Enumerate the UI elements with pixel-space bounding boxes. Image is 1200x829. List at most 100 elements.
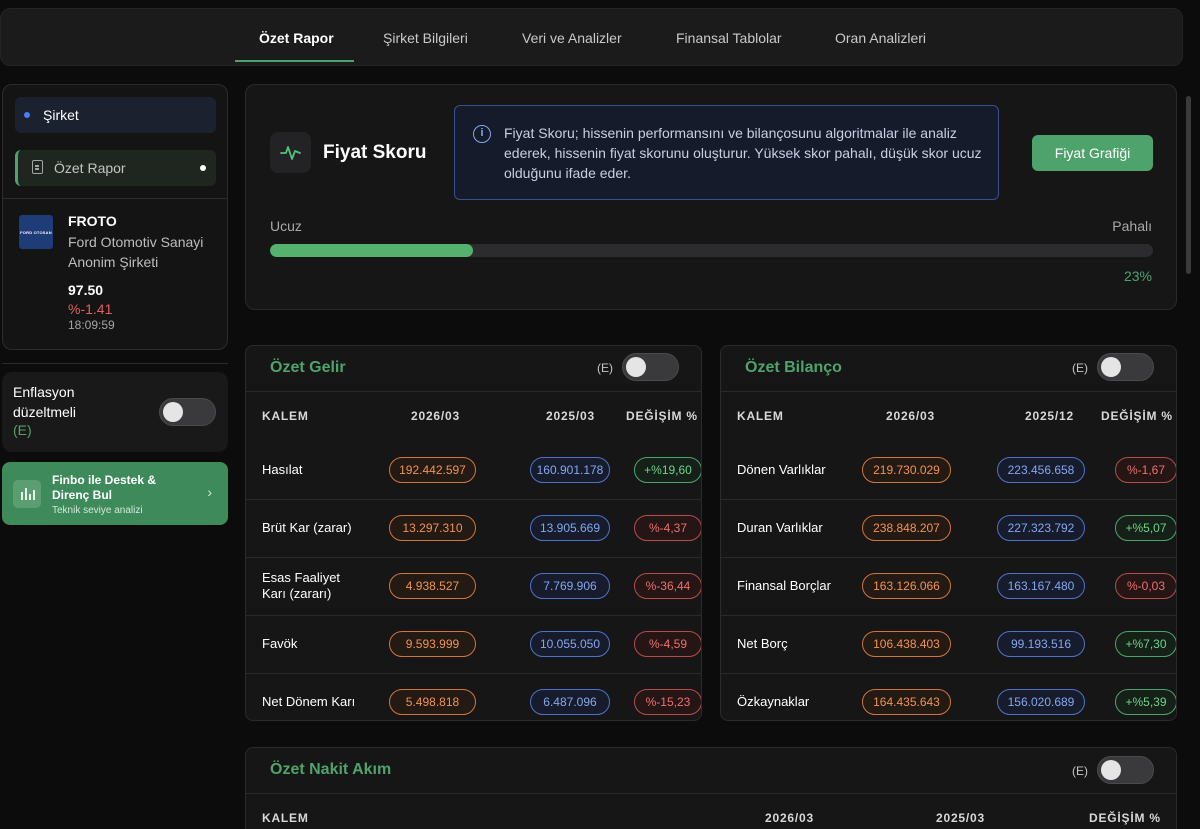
column-header: 2025/03 [936,811,985,825]
price-score-title: Fiyat Skoru [323,142,427,163]
change-pill: %-15,23 [634,689,701,715]
change-pill: +%5,39 [1115,689,1176,715]
change-pill: %-4,59 [634,631,701,657]
score-value: 23% [1123,268,1152,284]
stock-price: 97.50 [68,282,104,298]
current-value-pill: 4.938.527 [389,573,476,599]
change-pill: +%5,07 [1115,515,1176,541]
sidebar-item-sirket[interactable]: Şirket [15,97,216,133]
divider [3,198,227,199]
current-value-pill: 163.126.066 [862,573,951,599]
top-navigation: Özet Rapor Şirket Bilgileri Veri ve Anal… [0,8,1183,66]
previous-value-pill: 13.905.669 [530,515,610,541]
row-divider [246,499,701,500]
bullet-icon [24,112,30,118]
current-value-pill: 9.593.999 [389,631,476,657]
previous-value-pill: 227.323.792 [997,515,1085,541]
current-value-pill: 13.297.310 [389,515,476,541]
previous-value-pill: 156.020.689 [997,689,1085,715]
tab-veri-ve-analizler[interactable]: Veri ve Analizler [522,9,622,67]
column-header: 2026/03 [411,409,460,423]
inflation-label: Enflasyon düzeltmeli [13,384,77,420]
bar-chart-icon [13,480,41,508]
tab-sirket-bilgileri[interactable]: Şirket Bilgileri [383,9,468,67]
cashflow-summary-card: Özet Nakit Akım (E) KALEM 2026/03 2025/0… [245,747,1177,829]
income-toggle[interactable] [622,353,679,381]
e-label: (E) [1072,361,1088,375]
column-header: DEĞİŞİM % [1101,409,1173,423]
tab-finansal-tablolar[interactable]: Finansal Tablolar [676,9,782,67]
tab-ozet-rapor[interactable]: Özet Rapor [259,9,334,67]
price-time: 18:09:59 [68,318,115,332]
sidebar-item-ozet-rapor[interactable]: Özet Rapor [15,150,216,186]
finbo-title: Finbo ile Destek & Direnç Bul [52,473,157,502]
change-pill: %-36,44 [634,573,701,599]
row-label: Duran Varlıklar [737,520,823,535]
inflation-toggle[interactable] [159,398,216,426]
row-divider [246,615,701,616]
balance-title: Özet Bilanço [745,359,842,376]
scale-high-label: Pahalı [1112,218,1152,234]
active-dot-icon [200,165,206,171]
current-value-pill: 238.848.207 [862,515,951,541]
company-logo: FORD OTOSAN [19,215,53,249]
row-label: Brüt Kar (zarar) [262,520,352,535]
column-header: 2025/03 [546,409,595,423]
column-header: KALEM [737,409,784,423]
row-label: Hasılat [262,462,303,477]
previous-value-pill: 7.769.906 [530,573,610,599]
balance-summary-card: Özet Bilanço (E) KALEM 2026/03 2025/12 D… [720,345,1177,721]
chevron-right-icon: › [207,484,212,500]
column-header: 2026/03 [886,409,935,423]
row-divider [721,615,1176,616]
pulse-icon [270,132,311,173]
scrollbar[interactable] [1186,96,1191,274]
tab-oran-analizleri[interactable]: Oran Analizleri [835,9,926,67]
change-pill: +%7,30 [1115,631,1176,657]
income-summary-card: Özet Gelir (E) KALEM 2026/03 2025/03 DEĞ… [245,345,702,721]
info-icon: i [473,125,491,143]
row-divider [721,557,1176,558]
row-label: Esas Faaliyet Karı (zararı) [262,570,341,601]
previous-value-pill: 99.193.516 [997,631,1085,657]
row-label: Dönen Varlıklar [737,462,826,477]
finbo-support-resistance-button[interactable]: Finbo ile Destek & Direnç Bul Teknik sev… [2,462,228,525]
row-label: Net Dönem Karı [262,694,356,709]
cashflow-toggle[interactable] [1097,756,1154,784]
current-value-pill: 164.435.643 [862,689,951,715]
company-name: Ford Otomotiv Sanayi Anonim Şirketi [68,234,204,270]
info-box: i Fiyat Skoru; hissenin performansını ve… [454,105,999,200]
column-header: KALEM [262,409,309,423]
cashflow-title: Özet Nakit Akım [270,761,392,778]
column-header: KALEM [262,811,309,825]
row-label: Finansal Borçlar [737,578,831,593]
change-pill: %-1,67 [1115,457,1176,483]
sidebar-item-label: Özet Rapor [54,160,126,176]
previous-value-pill: 10.055.050 [530,631,610,657]
column-header: DEĞİŞİM % [626,409,698,423]
column-header: DEĞİŞİM % [1089,811,1161,825]
current-value-pill: 5.498.818 [389,689,476,715]
current-value-pill: 219.730.029 [862,457,951,483]
score-bar-fill [270,244,474,257]
inflation-suffix: (E) [13,422,32,438]
company-ticker: FROTO [68,213,117,229]
scale-low-label: Ucuz [270,218,302,234]
price-chart-button[interactable]: Fiyat Grafiği [1032,135,1153,171]
row-divider [246,673,701,674]
row-divider [721,673,1176,674]
company-card: Şirket Özet Rapor FORD OTOSAN FROTO Ford… [2,84,228,350]
e-label: (E) [597,361,613,375]
column-header: 2025/12 [1025,409,1074,423]
document-icon [32,160,43,174]
price-score-card: Fiyat Skoru i Fiyat Skoru; hissenin perf… [245,84,1177,310]
current-value-pill: 106.438.403 [862,631,951,657]
active-tab-indicator [235,60,354,62]
change-pill: +%19,60 [634,457,701,483]
finbo-subtitle: Teknik seviye analizi [52,505,143,516]
previous-value-pill: 223.456.658 [997,457,1085,483]
balance-toggle[interactable] [1097,353,1154,381]
row-divider [721,499,1176,500]
income-title: Özet Gelir [270,359,346,376]
info-text: Fiyat Skoru; hissenin performansını ve b… [504,125,982,181]
